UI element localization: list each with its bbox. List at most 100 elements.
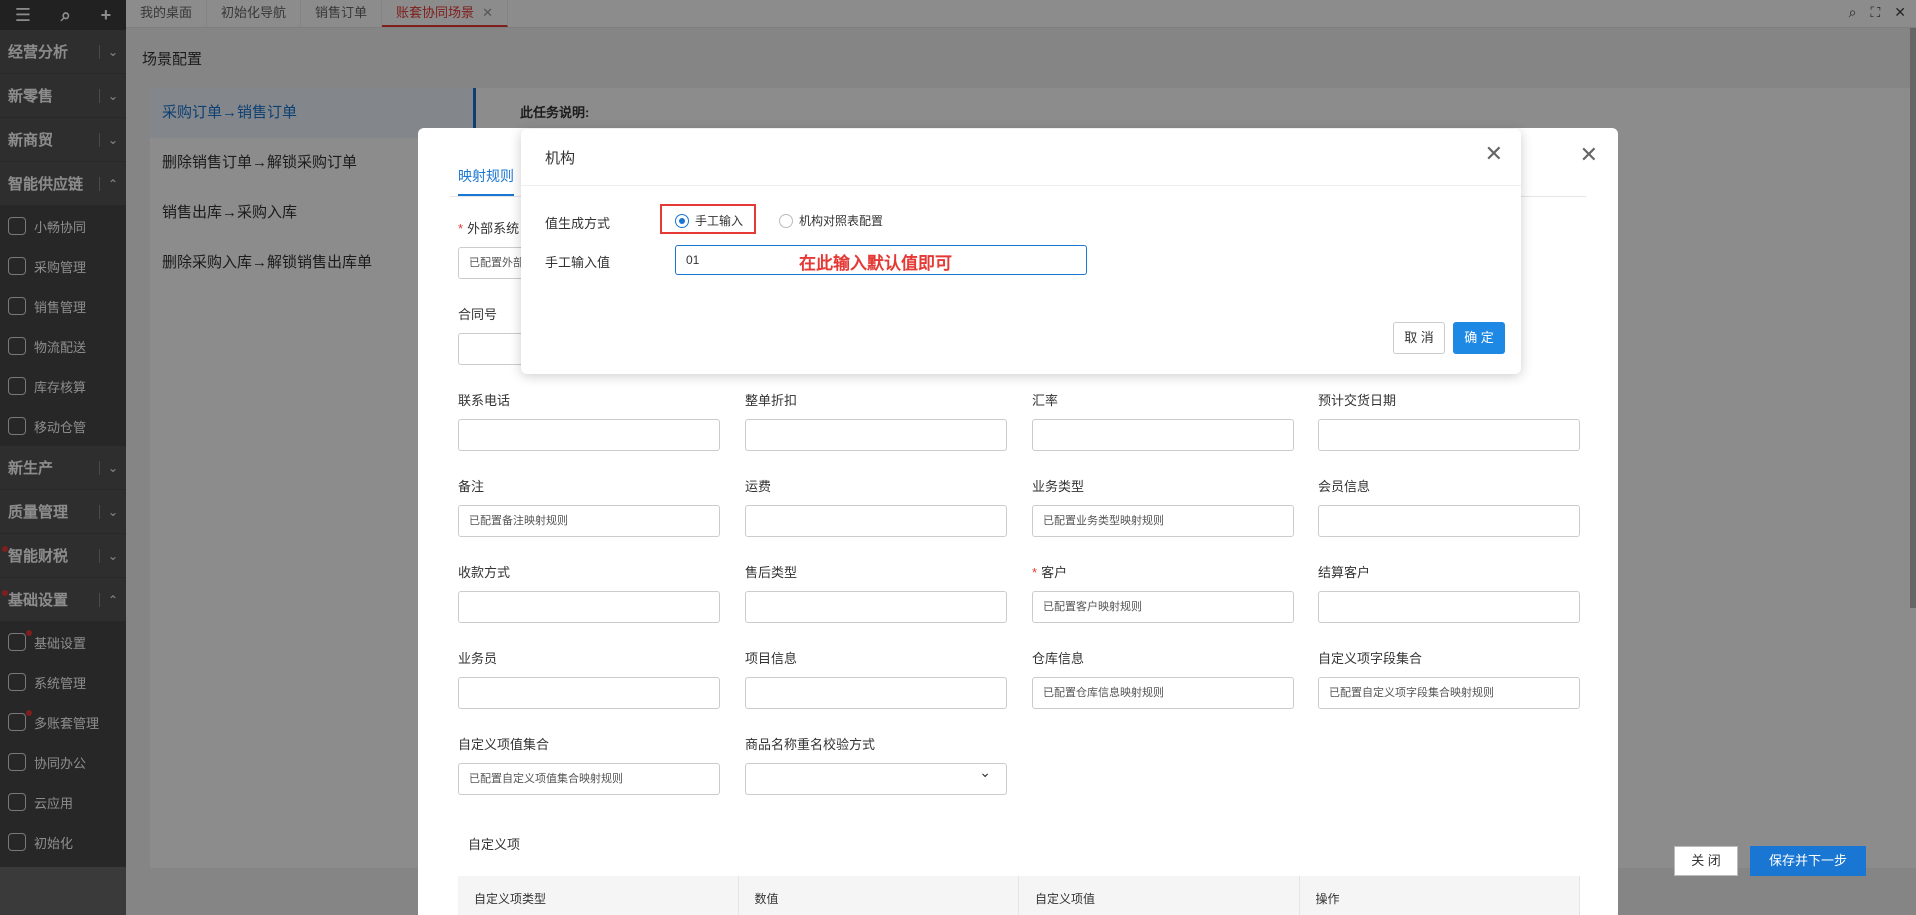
field-label: 预计交货日期	[1318, 390, 1580, 409]
field-label-text: 项目信息	[745, 651, 798, 666]
field-label-text: 会员信息	[1318, 479, 1371, 494]
field-label: 商品名称重名校验方式	[745, 734, 1007, 753]
cancel-button[interactable]: 取 消	[1393, 322, 1445, 354]
field-input[interactable]: 已配置自定义项字段集合映射规则	[1318, 677, 1580, 709]
field-input[interactable]	[745, 505, 1007, 537]
org-dialog: 机构 ✕ 值生成方式 手工输入 机构对照表配置 手工输入值 01 在此输入默认值…	[521, 129, 1521, 374]
field-input[interactable]	[1318, 591, 1580, 623]
field-input[interactable]: 已配置自定义项值集合映射规则	[458, 763, 720, 795]
field-label-text: 整单折扣	[745, 393, 798, 408]
field-input[interactable]	[745, 677, 1007, 709]
form-field: 自定义项值集合已配置自定义项值集合映射规则	[458, 734, 720, 795]
field-input[interactable]	[458, 419, 720, 451]
form-field: 售后类型	[745, 562, 1007, 623]
form-field: 收款方式	[458, 562, 720, 623]
table-header-cell: 自定义项值	[1019, 876, 1300, 915]
field-label: 售后类型	[745, 562, 1007, 581]
field-label-text: 商品名称重名校验方式	[745, 737, 876, 752]
field-label-text: 售后类型	[745, 565, 798, 580]
field-label: 自定义项字段集合	[1318, 648, 1580, 667]
field-label: 自定义项值集合	[458, 734, 720, 753]
form-field: 结算客户	[1318, 562, 1580, 623]
field-input[interactable]	[745, 763, 1007, 795]
save-next-button[interactable]: 保存并下一步	[1750, 846, 1866, 876]
manual-value-label: 手工输入值	[545, 255, 611, 270]
field-label-text: 备注	[458, 479, 485, 494]
field-label: 会员信息	[1318, 476, 1580, 495]
form-field: 业务员	[458, 648, 720, 709]
form-field: 联系电话	[458, 390, 720, 451]
field-label-text: 收款方式	[458, 565, 511, 580]
ok-button[interactable]: 确 定	[1453, 322, 1505, 354]
required-mark: *	[1032, 565, 1038, 580]
field-label: * 客户	[1032, 562, 1294, 581]
radio-checked-icon[interactable]	[675, 213, 689, 228]
field-label: 业务员	[458, 648, 720, 667]
form-field: * 客户已配置客户映射规则	[1032, 562, 1294, 623]
radio-unchecked-icon[interactable]	[779, 213, 793, 228]
divider	[521, 185, 1521, 186]
field-label-text: 仓库信息	[1032, 651, 1085, 666]
required-mark: *	[458, 221, 464, 236]
field-input[interactable]	[745, 591, 1007, 623]
dialog-title: 机构	[545, 150, 576, 167]
field-input[interactable]	[1318, 505, 1580, 537]
form-field: 备注已配置备注映射规则	[458, 476, 720, 537]
field-label: 运费	[745, 476, 1007, 495]
form-field: 仓库信息已配置仓库信息映射规则	[1032, 648, 1294, 709]
table-header-cell: 自定义项类型	[458, 876, 739, 915]
field-input[interactable]	[745, 419, 1007, 451]
field-label: 结算客户	[1318, 562, 1580, 581]
radio-table-config[interactable]: 机构对照表配置	[779, 212, 883, 229]
field-label-text: 外部系统	[467, 221, 520, 236]
field-label-text: 预计交货日期	[1318, 393, 1397, 408]
radio-table-label: 机构对照表配置	[799, 214, 884, 228]
field-input[interactable]: 已配置客户映射规则	[1032, 591, 1294, 623]
field-label: 汇率	[1032, 390, 1294, 409]
field-label-text: 汇率	[1032, 393, 1059, 408]
form-field: 运费	[745, 476, 1007, 537]
field-label: 整单折扣	[745, 390, 1007, 409]
field-input[interactable]	[458, 591, 720, 623]
field-input[interactable]: 已配置业务类型映射规则	[1032, 505, 1294, 537]
form-field: 业务类型已配置业务类型映射规则	[1032, 476, 1294, 537]
field-label: 联系电话	[458, 390, 720, 409]
field-label-text: 结算客户	[1318, 565, 1371, 580]
custom-items-table-header: 自定义项类型 数值 自定义项值 操作	[458, 876, 1580, 915]
chevron-down-icon[interactable]: ⌄	[979, 764, 991, 781]
field-label: 项目信息	[745, 648, 1007, 667]
close-button[interactable]: 关 闭	[1674, 846, 1738, 876]
radio-manual-label: 手工输入	[695, 214, 744, 228]
close-icon[interactable]: ✕	[1580, 142, 1598, 168]
field-label-text: 客户	[1041, 565, 1068, 580]
value-gen-label: 值生成方式	[545, 216, 611, 231]
field-label-text: 业务类型	[1032, 479, 1085, 494]
form-field: 项目信息	[745, 648, 1007, 709]
field-label: 收款方式	[458, 562, 720, 581]
field-input[interactable]	[1032, 419, 1294, 451]
tab-mapping-rules[interactable]: 映射规则	[458, 166, 514, 196]
field-label-text: 合同号	[458, 307, 498, 322]
field-label-text: 自定义项字段集合	[1318, 651, 1423, 666]
field-input[interactable]	[458, 677, 720, 709]
form-field: 汇率	[1032, 390, 1294, 451]
field-label-text: 联系电话	[458, 393, 511, 408]
field-label: 业务类型	[1032, 476, 1294, 495]
form-field: 整单折扣	[745, 390, 1007, 451]
annotation-hint: 在此输入默认值即可	[799, 254, 952, 273]
field-input[interactable]	[1318, 419, 1580, 451]
field-label: 备注	[458, 476, 720, 495]
close-icon[interactable]: ✕	[1485, 141, 1503, 167]
radio-manual[interactable]: 手工输入	[675, 212, 743, 229]
custom-items-title: 自定义项	[468, 837, 521, 852]
table-header-cell: 操作	[1300, 876, 1580, 915]
field-label: 仓库信息	[1032, 648, 1294, 667]
form-field: 会员信息	[1318, 476, 1580, 537]
form-field: 自定义项字段集合已配置自定义项字段集合映射规则	[1318, 648, 1580, 709]
field-label-text: 运费	[745, 479, 772, 494]
field-input[interactable]: 已配置仓库信息映射规则	[1032, 677, 1294, 709]
table-header-cell: 数值	[739, 876, 1019, 915]
panel-actions: 关 闭 保存并下一步	[1674, 846, 1866, 876]
form-field: 预计交货日期	[1318, 390, 1580, 451]
field-input[interactable]: 已配置备注映射规则	[458, 505, 720, 537]
